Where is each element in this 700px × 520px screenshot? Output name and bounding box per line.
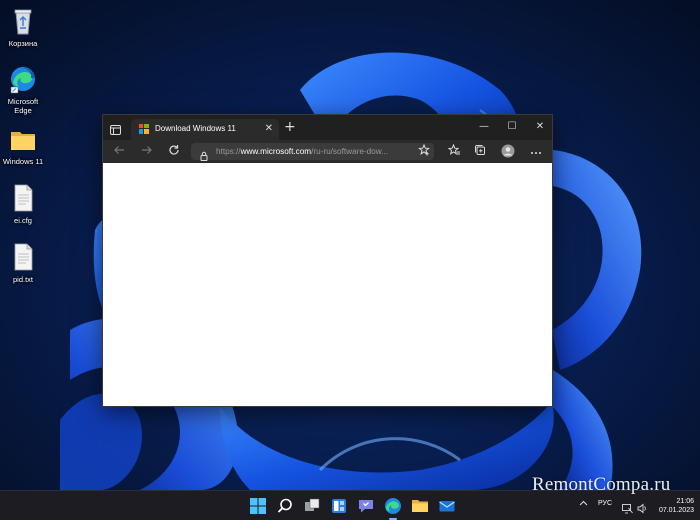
refresh-icon xyxy=(169,145,179,155)
mail-button[interactable] xyxy=(437,496,457,516)
collections-button[interactable] xyxy=(472,144,488,159)
folder-label: Windows 11 xyxy=(2,157,44,166)
edge-browser-window[interactable]: Download Windows 11 ✕ + — ☐ ✕ https://ww… xyxy=(102,114,553,407)
edge-label: Microsoft Edge xyxy=(0,97,46,115)
network-icon[interactable] xyxy=(622,499,633,514)
address-bar[interactable]: https://www.microsoft.com/ru-ru/software… xyxy=(191,143,434,161)
search-button[interactable] xyxy=(275,496,295,516)
new-tab-button[interactable]: + xyxy=(284,119,296,135)
more-dots-icon xyxy=(531,152,541,154)
clock-time: 21:06 xyxy=(676,498,694,505)
minimize-button[interactable]: — xyxy=(470,118,498,136)
collections-icon xyxy=(475,145,485,155)
pid-txt-label: pid.txt xyxy=(12,275,33,284)
favorites-button[interactable] xyxy=(446,143,462,159)
avatar-icon xyxy=(501,144,515,158)
file-icon xyxy=(9,183,37,213)
language-indicator[interactable]: РУС xyxy=(598,500,612,507)
desktop-icon-microsoft-edge[interactable]: Microsoft Edge xyxy=(0,64,46,115)
close-button[interactable]: ✕ xyxy=(526,118,554,136)
profile-button[interactable] xyxy=(500,144,516,159)
edge-taskbar-button[interactable] xyxy=(383,496,403,520)
desktop-icon-pid-txt[interactable]: pid.txt xyxy=(0,242,46,284)
address-url[interactable]: https://www.microsoft.com/ru-ru/software… xyxy=(216,145,388,158)
tab-title: Download Windows 11 xyxy=(155,124,236,133)
volume-icon[interactable] xyxy=(637,499,648,514)
tab-actions-icon[interactable] xyxy=(109,121,122,135)
add-favorite-icon[interactable] xyxy=(418,143,430,161)
refresh-button[interactable] xyxy=(166,144,182,159)
ei-cfg-label: ei.cfg xyxy=(14,216,32,225)
recycle-bin-label: Корзина xyxy=(8,39,38,48)
browser-page-content[interactable] xyxy=(103,163,552,406)
url-domain: www.microsoft.com xyxy=(240,147,312,156)
desktop-icon-ei-cfg[interactable]: ei.cfg xyxy=(0,183,46,225)
desktop-icon-recycle-bin[interactable]: Корзина xyxy=(0,6,46,48)
task-view-button[interactable] xyxy=(302,496,322,516)
site-watermark: RemontCompa.ru xyxy=(532,474,671,495)
file-icon xyxy=(9,242,37,272)
lock-icon xyxy=(199,146,209,161)
maximize-button[interactable]: ☐ xyxy=(498,118,526,136)
folder-icon xyxy=(9,124,37,154)
start-button[interactable] xyxy=(248,496,268,516)
clock-date: 07.01.2023 xyxy=(658,507,694,514)
url-path: /ru-ru/software-dow... xyxy=(311,147,388,156)
back-button[interactable] xyxy=(111,144,127,159)
back-arrow-icon xyxy=(114,146,124,154)
teams-chat-button[interactable] xyxy=(356,496,376,516)
forward-arrow-icon xyxy=(142,146,152,154)
search-icon xyxy=(277,498,292,513)
edge-label-line2: Edge xyxy=(14,106,32,115)
edge-icon xyxy=(9,64,37,94)
clock[interactable]: 21:06 07.01.2023 xyxy=(654,497,694,515)
windows-logo-icon xyxy=(250,498,266,514)
file-explorer-icon xyxy=(412,500,428,512)
edge-icon xyxy=(385,498,401,514)
favorites-icon xyxy=(447,143,460,155)
mail-icon xyxy=(439,501,455,512)
forward-button[interactable] xyxy=(139,144,155,159)
browser-titlebar[interactable]: Download Windows 11 ✕ + — ☐ ✕ xyxy=(103,115,552,140)
file-explorer-button[interactable] xyxy=(410,496,430,516)
show-hidden-icons-chevron-icon[interactable] xyxy=(579,499,588,509)
url-prefix: https:// xyxy=(216,147,241,156)
edge-label-line1: Microsoft xyxy=(7,97,39,106)
browser-toolbar: https://www.microsoft.com/ru-ru/software… xyxy=(103,140,552,163)
chat-icon xyxy=(359,500,373,513)
task-view-icon xyxy=(305,498,320,511)
widgets-button[interactable] xyxy=(329,496,349,516)
widgets-icon xyxy=(332,499,346,513)
tab-close-icon[interactable]: ✕ xyxy=(265,123,273,135)
microsoft-logo-icon xyxy=(139,124,149,134)
desktop-icon-windows11-folder[interactable]: Windows 11 xyxy=(0,124,46,166)
tab-download-windows[interactable]: Download Windows 11 ✕ xyxy=(131,119,279,140)
settings-more-button[interactable] xyxy=(528,144,544,159)
recycle-bin-icon xyxy=(9,6,37,36)
